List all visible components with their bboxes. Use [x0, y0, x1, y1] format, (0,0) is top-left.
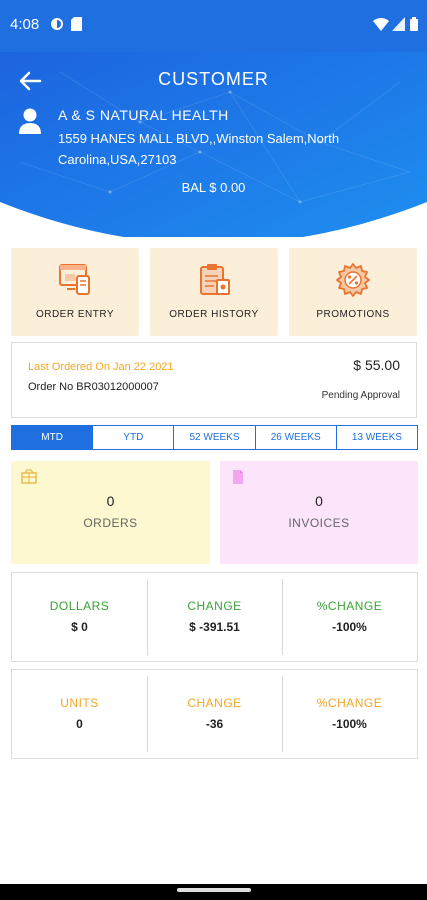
sd-card-icon	[71, 17, 82, 31]
orders-icon	[21, 469, 37, 484]
last-order-amount: $ 55.00	[353, 357, 400, 373]
dollars-header: DOLLARS	[49, 599, 110, 613]
last-order-status: Pending Approval	[321, 390, 400, 401]
order-history-label: ORDER HISTORY	[169, 309, 259, 320]
tab-52-weeks[interactable]: 52 WEEKS	[173, 426, 255, 449]
units-metrics: UNITS 0 CHANGE -36 %CHANGE -100%	[11, 669, 418, 759]
dollars-cell: DOLLARS $ 0	[12, 573, 147, 661]
customer-address: 1559 HANES MALL BLVD,,Winston Salem,Nort…	[58, 131, 340, 167]
order-entry-icon	[59, 264, 90, 295]
units-cell: UNITS 0	[12, 670, 147, 758]
customer-avatar-icon	[19, 108, 41, 134]
dollars-metrics: DOLLARS $ 0 CHANGE $ -391.51 %CHANGE -10…	[11, 572, 418, 662]
dollars-change-value: $ -391.51	[189, 620, 240, 634]
dollars-value: $ 0	[71, 620, 88, 634]
units-change-cell: CHANGE -36	[147, 670, 282, 758]
last-order-date: Last Ordered On Jan 22 2021	[28, 361, 174, 373]
battery-icon	[410, 17, 418, 31]
invoices-label: INVOICES	[288, 516, 350, 530]
orders-label: ORDERS	[83, 516, 138, 530]
units-pct-change-cell: %CHANGE -100%	[282, 670, 417, 758]
last-order-card[interactable]: Last Ordered On Jan 22 2021 Order No BR0…	[11, 342, 417, 418]
page-title: CUSTOMER	[158, 69, 269, 89]
sync-status-icon	[51, 18, 63, 30]
orders-card[interactable]: 0 ORDERS	[11, 461, 210, 564]
invoices-card[interactable]: 0 INVOICES	[220, 461, 418, 564]
units-header: UNITS	[60, 696, 99, 710]
tab-mtd[interactable]: MTD	[12, 426, 93, 449]
system-nav-bar	[0, 884, 427, 900]
signal-icon	[392, 17, 405, 31]
promotions-label: PROMOTIONS	[316, 309, 390, 320]
order-history-button[interactable]: ORDER HISTORY	[150, 248, 278, 336]
period-tabs: MTD YTD 52 WEEKS 26 WEEKS 13 WEEKS	[11, 425, 418, 450]
dollars-pct-change-value: -100%	[332, 620, 367, 634]
orders-count: 0	[106, 493, 115, 509]
order-entry-button[interactable]: ORDER ENTRY	[11, 248, 139, 336]
units-value: 0	[76, 717, 83, 731]
dollars-pct-change-cell: %CHANGE -100%	[282, 573, 417, 661]
status-time: 4:08	[10, 16, 40, 33]
last-order-number: Order No BR03012000007	[28, 381, 159, 393]
order-entry-label: ORDER ENTRY	[35, 309, 115, 320]
tab-ytd[interactable]: YTD	[92, 426, 174, 449]
units-pct-change-value: -100%	[332, 717, 367, 731]
promotions-button[interactable]: PROMOTIONS	[289, 248, 417, 336]
status-bar: 4:08	[0, 0, 427, 52]
order-history-icon	[200, 264, 230, 295]
customer-name: A & S NATURAL HEALTH	[58, 107, 229, 123]
customer-balance: BAL $ 0.00	[181, 180, 246, 195]
tab-26-weeks[interactable]: 26 WEEKS	[254, 426, 336, 449]
dollars-pct-change-header: %CHANGE	[316, 599, 383, 613]
wifi-icon	[373, 17, 389, 31]
invoice-icon	[233, 470, 243, 484]
dollars-change-header: CHANGE	[187, 599, 242, 613]
home-gesture-handle[interactable]	[177, 888, 251, 892]
customer-header: CUSTOMER A & S NATURAL HEALTH 1559 HANES…	[0, 52, 427, 237]
promotions-icon	[336, 263, 370, 297]
invoices-count: 0	[315, 493, 323, 509]
units-pct-change-header: %CHANGE	[316, 696, 383, 710]
units-change-header: CHANGE	[187, 696, 242, 710]
units-change-value: -36	[205, 717, 224, 731]
tab-13-weeks[interactable]: 13 WEEKS	[335, 426, 418, 449]
dollars-change-cell: CHANGE $ -391.51	[147, 573, 282, 661]
